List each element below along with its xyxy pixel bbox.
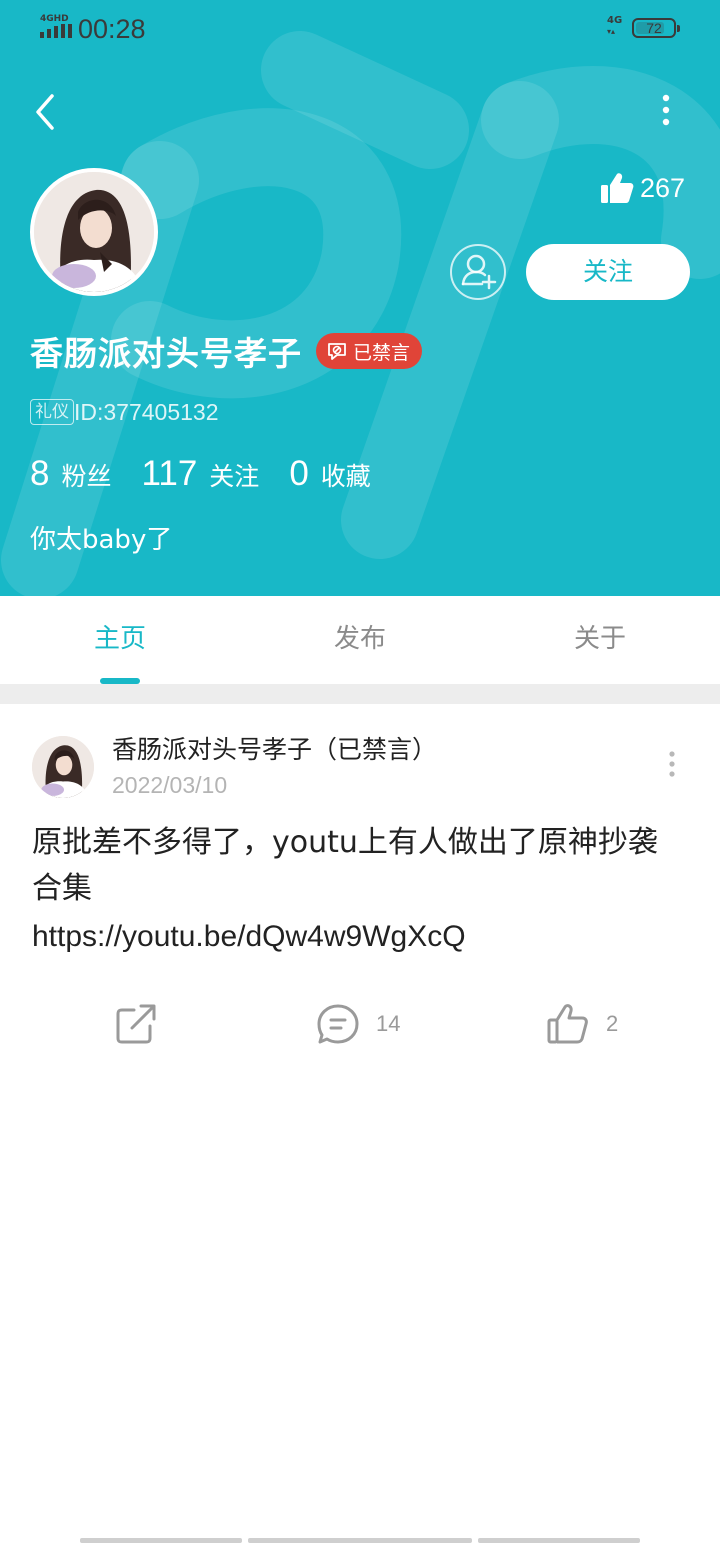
stat-favorites[interactable]: 0 收藏 [289, 454, 370, 494]
tab-posts[interactable]: 发布 [240, 596, 480, 684]
status-bar: 4GHD 00:28 4G ▾▴ 72 [0, 0, 720, 58]
name-row: 香肠派对头号孝子 已禁言 [30, 328, 423, 374]
follow-button[interactable]: 关注 [526, 244, 690, 300]
username: 香肠派对头号孝子 [30, 334, 302, 373]
gesture-bar-right [478, 1538, 640, 1543]
add-friend-icon [461, 254, 497, 290]
battery-icon: 72 [632, 18, 680, 38]
post-card[interactable]: 香肠派对头号孝子（已禁言） 2022/03/10 原批差不多得了，youtu上有… [0, 704, 720, 1074]
post-author[interactable]: 香肠派对头号孝子（已禁言） [112, 732, 437, 768]
stat-following[interactable]: 117 关注 [141, 454, 259, 494]
profile-header: 4GHD 00:28 4G ▾▴ 72 267 关注 香肠派对头号孝子 已禁言 … [0, 0, 720, 596]
share-button[interactable] [114, 1000, 158, 1048]
banned-label: 已禁言 [353, 341, 411, 364]
more-icon [669, 751, 675, 777]
tab-home[interactable]: 主页 [0, 596, 240, 684]
like-count: 2 [606, 1011, 619, 1036]
more-icon [662, 94, 670, 126]
mute-icon [328, 343, 346, 360]
signal-icon: 4GHD [40, 14, 72, 40]
stat-number: 8 [30, 454, 50, 493]
like-button[interactable]: 2 [546, 1000, 618, 1048]
etiquette-medal: 礼仪 [30, 399, 74, 425]
post-avatar[interactable] [32, 736, 94, 798]
stat-label: 收藏 [320, 462, 371, 491]
banned-badge: 已禁言 [316, 333, 423, 369]
stat-number: 117 [141, 454, 198, 493]
network-4g-icon: 4G ▾▴ [607, 15, 623, 37]
user-id: ID:377405132 [74, 398, 219, 425]
profile-tabs: 主页 发布 关于 [0, 596, 720, 684]
stat-label: 粉丝 [61, 462, 112, 491]
id-row: 礼仪 ID:377405132 [30, 398, 219, 426]
stat-fans[interactable]: 8 粉丝 [30, 454, 111, 494]
profile-avatar[interactable] [30, 168, 158, 296]
add-friend-button[interactable] [450, 244, 506, 300]
status-time: 00:28 [78, 14, 146, 44]
comment-button[interactable]: 14 [316, 1000, 400, 1048]
section-divider [0, 684, 720, 704]
profile-likes: 267 [600, 168, 685, 208]
likes-count: 267 [640, 172, 686, 203]
share-icon [116, 1004, 156, 1044]
post-text: 原批差不多得了，youtu上有人做出了原神抄袭合集 [32, 825, 658, 906]
network-right-label: 4G [607, 15, 623, 26]
post-more-button[interactable] [660, 746, 684, 782]
gesture-bar-left [80, 1538, 242, 1543]
network-tag: 4GHD [40, 14, 69, 24]
thumb-up-icon [601, 173, 634, 203]
comment-icon [317, 1004, 359, 1044]
stat-number: 0 [289, 454, 309, 493]
stat-label: 关注 [209, 462, 260, 491]
more-button[interactable] [650, 90, 682, 134]
back-icon [36, 94, 54, 130]
profile-bio: 你太baby了 [30, 525, 173, 555]
battery-level: 72 [646, 20, 662, 36]
back-button[interactable] [28, 90, 72, 134]
post-date: 2022/03/10 [112, 772, 228, 798]
post-link[interactable]: https://youtu.be/dQw4w9WgXcQ [32, 914, 466, 960]
like-icon [547, 1004, 588, 1044]
tab-about[interactable]: 关于 [480, 596, 720, 684]
comment-count: 14 [376, 1011, 401, 1036]
profile-stats: 8 粉丝 117 关注 0 收藏 [30, 454, 401, 504]
gesture-bar-center[interactable] [248, 1538, 472, 1543]
